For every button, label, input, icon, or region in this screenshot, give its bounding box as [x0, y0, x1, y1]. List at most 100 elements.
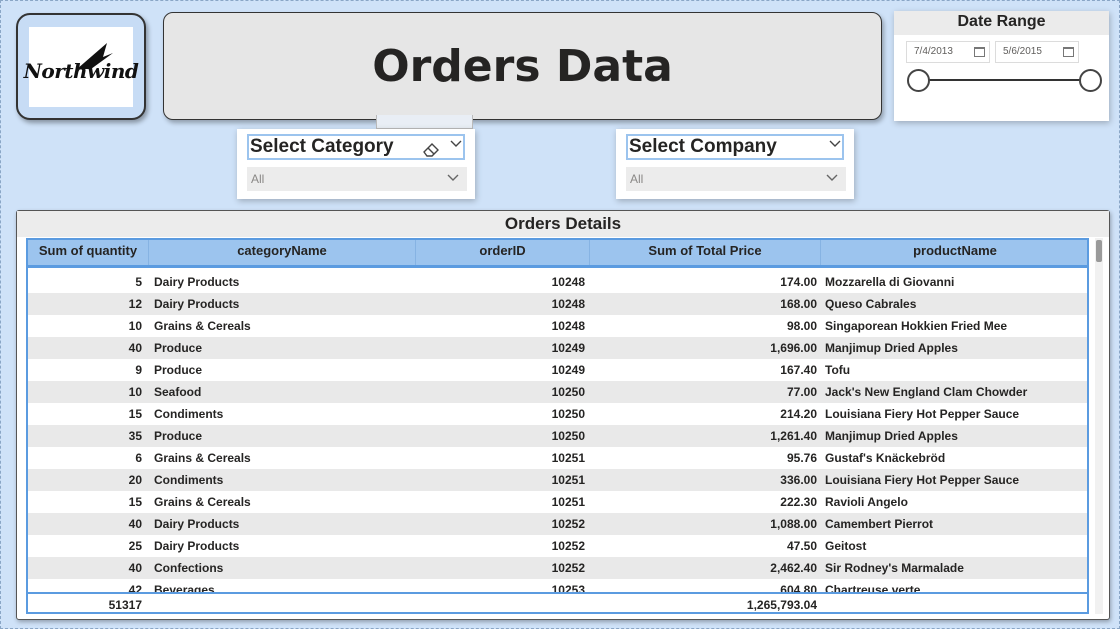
total-price: 1,265,793.04	[746, 598, 817, 612]
row-quantity: 25	[128, 539, 142, 553]
row-quantity: 9	[135, 363, 142, 377]
row-product: Ravioli Angelo	[825, 495, 908, 509]
row-quantity: 40	[128, 561, 142, 575]
row-total-price: 1,261.40	[770, 429, 817, 443]
company-dropdown-value: All	[630, 172, 644, 186]
logo-card: Northwind	[16, 13, 146, 120]
chevron-down-icon[interactable]	[450, 140, 462, 148]
date-slider-track[interactable]	[919, 79, 1090, 81]
calendar-icon[interactable]	[1063, 47, 1074, 57]
row-product: Sir Rodney's Marmalade	[825, 561, 964, 575]
company-dropdown[interactable]: All	[626, 167, 846, 191]
end-date-value: 5/6/2015	[1003, 46, 1042, 57]
row-product: Mozzarella di Giovanni	[825, 275, 955, 289]
orders-details-table-card: Orders Details Sum of quantity categoryN…	[16, 210, 1110, 620]
row-orderid: 10248	[551, 297, 585, 311]
table-row[interactable]: 10 Grains & Cereals 10248 98.00 Singaporean …	[28, 315, 1087, 337]
row-category: Dairy Products	[154, 275, 240, 289]
row-total-price: 2,462.40	[770, 561, 817, 575]
table-header-row: Sum of quantity categoryName orderID Sum…	[28, 240, 1087, 268]
table-row[interactable]: 40 Produce 10249 1,696.00 Manjimup Dried App…	[28, 337, 1087, 359]
company-slicer-header: Select Company	[626, 134, 844, 160]
table-row[interactable]: 12 Dairy Products 10248 168.00 Queso Cabrale…	[28, 293, 1087, 315]
date-range-slicer: Date Range 7/4/2013 5/6/2015	[894, 11, 1109, 121]
column-header-quantity[interactable]: Sum of quantity	[28, 240, 149, 265]
chevron-down-icon[interactable]	[826, 174, 838, 182]
row-quantity: 5	[135, 275, 142, 289]
row-product: Manjimup Dried Apples	[825, 341, 958, 355]
row-category: Produce	[154, 341, 203, 355]
category-slicer: Select Category All	[237, 129, 475, 199]
table-row[interactable]: 25 Dairy Products 10252 47.50 Geitost	[28, 535, 1087, 557]
row-total-price: 77.00	[786, 385, 817, 399]
row-orderid: 10248	[551, 319, 585, 333]
table-row[interactable]: 35 Produce 10250 1,261.40 Manjimup Dried App…	[28, 425, 1087, 447]
orders-table: Sum of quantity categoryName orderID Sum…	[26, 238, 1089, 614]
row-quantity: 10	[128, 385, 142, 399]
table-total-row: 51317 1,265,793.04	[28, 592, 1087, 612]
title-card: Orders Data	[163, 12, 882, 120]
row-orderid: 10248	[551, 275, 585, 289]
calendar-icon[interactable]	[974, 47, 985, 57]
row-category: Grains & Cereals	[154, 319, 251, 333]
row-product: Jack's New England Clam Chowder	[825, 385, 1028, 399]
row-total-price: 222.30	[780, 495, 817, 509]
row-total-price: 95.76	[786, 451, 817, 465]
column-header-product[interactable]: productName	[821, 240, 1087, 265]
row-total-price: 167.40	[780, 363, 817, 377]
row-quantity: 12	[128, 297, 142, 311]
date-range-title: Date Range	[894, 11, 1109, 35]
row-quantity: 35	[128, 429, 142, 443]
table-row[interactable]: 15 Grains & Cereals 10251 222.30 Ravioli Ang…	[28, 491, 1087, 513]
row-total-price: 1,088.00	[770, 517, 817, 531]
table-row[interactable]: 5 Dairy Products 10248 174.00 Mozzarella di …	[28, 271, 1087, 293]
row-category: Condiments	[154, 407, 224, 421]
row-category: Grains & Cereals	[154, 495, 251, 509]
row-product: Geitost	[825, 539, 867, 553]
row-category: Produce	[154, 363, 203, 377]
row-quantity: 15	[128, 495, 142, 509]
row-total-price: 98.00	[786, 319, 817, 333]
row-category: Dairy Products	[154, 297, 240, 311]
table-row[interactable]: 9 Produce 10249 167.40 Tofu	[28, 359, 1087, 381]
row-category: Seafood	[154, 385, 202, 399]
row-total-price: 174.00	[780, 275, 817, 289]
column-header-orderid[interactable]: orderID	[416, 240, 590, 265]
scrollbar-thumb[interactable]	[1096, 240, 1102, 262]
column-header-category[interactable]: categoryName	[149, 240, 416, 265]
row-orderid: 10252	[551, 539, 585, 553]
row-orderid: 10251	[551, 473, 585, 487]
chevron-down-icon[interactable]	[447, 174, 459, 182]
table-row[interactable]: 40 Confections 10252 2,462.40 Sir Rodney's M…	[28, 557, 1087, 579]
table-row[interactable]: 6 Grains & Cereals 10251 95.76 Gustaf's Knäc…	[28, 447, 1087, 469]
date-slider-start-handle[interactable]	[907, 69, 930, 92]
visual-header-toolbar	[376, 115, 473, 129]
row-product: Louisiana Fiery Hot Pepper Sauce	[825, 407, 1020, 421]
table-row[interactable]: 10 Seafood 10250 77.00 Jack's New England Cl…	[28, 381, 1087, 403]
row-category: Produce	[154, 429, 203, 443]
end-date-input[interactable]: 5/6/2015	[995, 41, 1079, 63]
table-row[interactable]: 15 Condiments 10250 214.20 Louisiana Fiery H…	[28, 403, 1087, 425]
start-date-input[interactable]: 7/4/2013	[906, 41, 990, 63]
row-quantity: 15	[128, 407, 142, 421]
column-header-total-price[interactable]: Sum of Total Price	[590, 240, 821, 265]
row-orderid: 10250	[551, 407, 585, 421]
row-total-price: 168.00	[780, 297, 817, 311]
company-slicer-label: Select Company	[629, 136, 777, 157]
category-dropdown[interactable]: All	[247, 167, 467, 191]
table-row[interactable]: 20 Condiments 10251 336.00 Louisiana Fiery H…	[28, 469, 1087, 491]
date-slider-end-handle[interactable]	[1079, 69, 1102, 92]
row-quantity: 10	[128, 319, 142, 333]
row-orderid: 10251	[551, 451, 585, 465]
eraser-icon[interactable]	[421, 140, 441, 158]
total-quantity: 51317	[108, 598, 142, 612]
chevron-down-icon[interactable]	[829, 140, 841, 148]
row-orderid: 10252	[551, 517, 585, 531]
row-product: Tofu	[825, 363, 851, 377]
table-row[interactable]: 40 Dairy Products 10252 1,088.00 Camembert P…	[28, 513, 1087, 535]
table-title: Orders Details	[17, 211, 1109, 237]
table-scrollbar[interactable]	[1095, 238, 1103, 614]
row-orderid: 10252	[551, 561, 585, 575]
row-category: Condiments	[154, 473, 224, 487]
row-product: Singaporean Hokkien Fried Mee	[825, 319, 1008, 333]
